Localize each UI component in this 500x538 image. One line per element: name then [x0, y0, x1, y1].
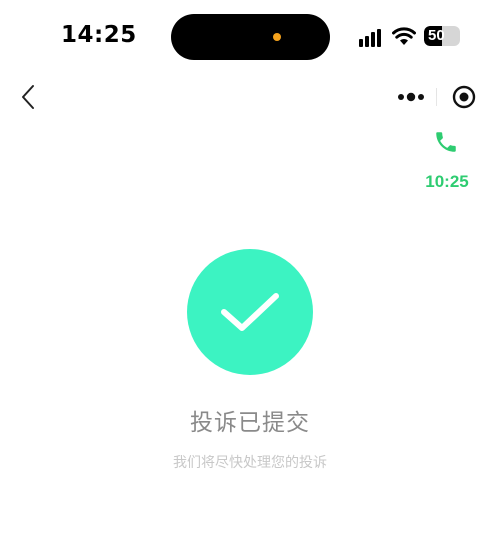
call-duration: 10:25 — [425, 172, 469, 191]
success-badge — [187, 249, 313, 375]
cellular-signal-icon — [359, 29, 381, 47]
chevron-left-icon — [22, 85, 34, 109]
close-mini-program-button[interactable] — [446, 80, 482, 114]
back-button[interactable] — [14, 82, 42, 112]
dynamic-island — [171, 14, 330, 60]
call-divider — [436, 96, 437, 106]
target-circle-icon — [452, 85, 476, 109]
checkmark-icon — [221, 293, 279, 331]
more-dots-icon — [397, 92, 424, 102]
battery-level: 50 — [428, 27, 445, 44]
result-title: 投诉已提交 — [190, 410, 310, 436]
more-button[interactable] — [388, 80, 433, 114]
status-time: 14:25 — [61, 22, 137, 48]
call-indicator[interactable]: 10:25 — [412, 96, 482, 196]
status-bar: 14:25 50 — [0, 0, 500, 72]
wifi-icon — [392, 27, 416, 45]
recording-indicator-dot — [273, 33, 281, 41]
battery-icon: 50 — [424, 26, 460, 46]
phone-icon — [436, 132, 456, 152]
result-subtitle: 我们将尽快处理您的投诉 — [173, 455, 327, 471]
